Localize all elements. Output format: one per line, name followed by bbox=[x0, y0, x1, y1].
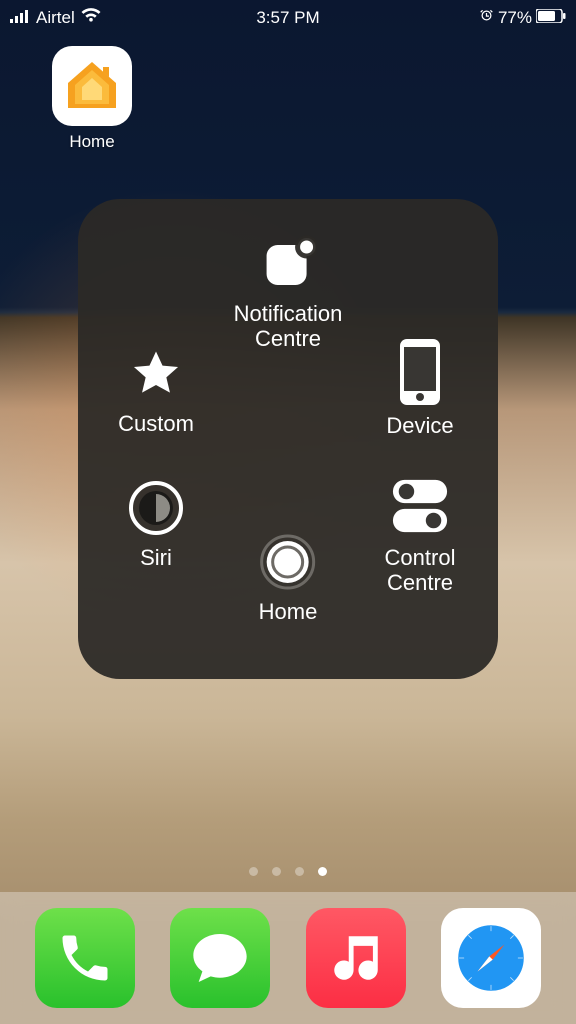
at-control-centre[interactable]: Control Centre bbox=[360, 475, 480, 596]
at-label: Device bbox=[386, 413, 453, 438]
at-label: Notification Centre bbox=[234, 301, 343, 352]
at-custom[interactable]: Custom bbox=[96, 345, 216, 436]
page-dot bbox=[318, 867, 327, 876]
dock bbox=[0, 892, 576, 1024]
at-notification-centre[interactable]: Notification Centre bbox=[234, 235, 343, 352]
home-button-icon bbox=[259, 533, 317, 591]
status-time: 3:57 PM bbox=[256, 8, 319, 28]
music-note-icon bbox=[327, 929, 385, 987]
home-screen: Airtel 3:57 PM 77% Home bbox=[0, 0, 576, 1024]
dock-app-music[interactable] bbox=[306, 908, 406, 1008]
at-siri[interactable]: Siri bbox=[96, 479, 216, 570]
alarm-icon bbox=[479, 8, 494, 28]
page-dot bbox=[272, 867, 281, 876]
page-dot bbox=[295, 867, 304, 876]
dock-app-safari[interactable] bbox=[441, 908, 541, 1008]
battery-percent: 77% bbox=[498, 8, 532, 28]
battery-icon bbox=[536, 8, 566, 28]
dock-app-messages[interactable] bbox=[170, 908, 270, 1008]
page-dot bbox=[249, 867, 258, 876]
at-label: Siri bbox=[140, 545, 172, 570]
messages-icon bbox=[188, 926, 252, 990]
assistive-touch-menu: Notification Centre Custom Device Siri bbox=[78, 199, 498, 679]
device-icon bbox=[391, 339, 449, 405]
app-home[interactable]: Home bbox=[42, 46, 142, 152]
at-label: Control Centre bbox=[385, 545, 456, 596]
at-home[interactable]: Home bbox=[259, 533, 318, 624]
at-label: Home bbox=[259, 599, 318, 624]
status-bar: Airtel 3:57 PM 77% bbox=[0, 0, 576, 30]
star-icon bbox=[127, 345, 185, 403]
wifi-icon bbox=[81, 8, 101, 28]
app-label: Home bbox=[69, 132, 114, 152]
page-indicator[interactable] bbox=[249, 867, 327, 876]
at-label: Custom bbox=[118, 411, 194, 436]
at-device[interactable]: Device bbox=[360, 339, 480, 438]
home-app-icon bbox=[52, 46, 132, 126]
siri-icon bbox=[127, 479, 185, 537]
control-centre-icon bbox=[391, 475, 449, 537]
dock-app-phone[interactable] bbox=[35, 908, 135, 1008]
phone-icon bbox=[55, 928, 115, 988]
safari-icon bbox=[449, 916, 533, 1000]
signal-bars-icon bbox=[10, 8, 30, 28]
carrier-name: Airtel bbox=[36, 8, 75, 28]
notification-centre-icon bbox=[259, 235, 317, 293]
